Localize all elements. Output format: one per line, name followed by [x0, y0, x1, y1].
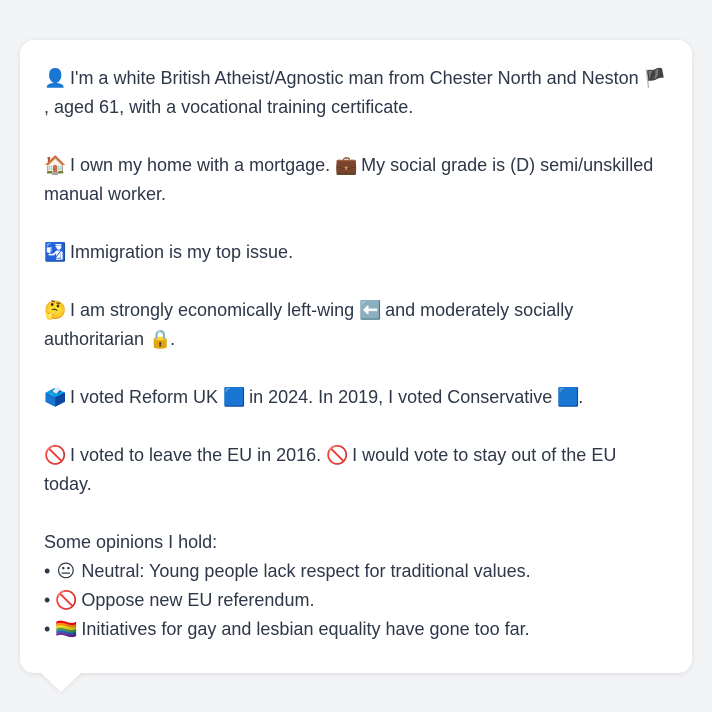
votes-text-c: .	[578, 387, 584, 407]
ideology-paragraph: 🤔 I am strongly economically left-wing ⬅…	[44, 296, 668, 354]
lock-icon: 🔒	[149, 329, 172, 350]
votes-text-a: I voted Reform UK	[65, 387, 224, 407]
prohibited-icon: 🚫	[326, 445, 349, 466]
bullet: •	[44, 561, 51, 581]
housing-paragraph: 🏠 I own my home with a mortgage. 💼 My so…	[44, 151, 668, 209]
opinion-text: Oppose new EU referendum.	[76, 590, 315, 610]
housing-text-a: I own my home with a mortgage.	[65, 155, 336, 175]
bubble-tail	[40, 672, 82, 692]
list-item: • 🏳️‍🌈 Initiatives for gay and lesbian e…	[44, 615, 668, 644]
blue-square-icon: 🟦	[223, 387, 246, 408]
ideology-text-c: .	[170, 329, 176, 349]
brexit-paragraph: 🚫 I voted to leave the EU in 2016. 🚫 I w…	[44, 441, 668, 499]
left-arrow-icon: ⬅️	[359, 300, 382, 321]
persona-message-bubble: 👤 I'm a white British Atheist/Agnostic m…	[20, 40, 692, 673]
opinions-heading: Some opinions I hold:	[44, 532, 218, 552]
person-icon: 👤	[44, 68, 67, 89]
ideology-text-a: I am strongly economically left-wing	[65, 300, 360, 320]
house-icon: 🏠	[44, 155, 67, 176]
intro-paragraph: 👤 I'm a white British Atheist/Agnostic m…	[44, 64, 668, 122]
opinions-list: • 😐 Neutral: Young people lack respect f…	[44, 557, 668, 644]
top-issue-text: Immigration is my top issue.	[65, 242, 294, 262]
briefcase-icon: 💼	[335, 155, 358, 176]
brexit-text-a: I voted to leave the EU in 2016.	[65, 445, 327, 465]
prohibited-icon: 🚫	[44, 445, 67, 466]
rainbow-flag-icon: 🏳️‍🌈	[55, 619, 78, 640]
passport-control-icon: 🛂	[44, 242, 67, 263]
thinking-face-icon: 🤔	[44, 300, 67, 321]
intro-text-a: I'm a white British Atheist/Agnostic man…	[65, 68, 644, 88]
bullet: •	[44, 590, 51, 610]
list-item: • 🚫 Oppose new EU referendum.	[44, 586, 668, 615]
ballot-box-icon: 🗳️	[44, 387, 67, 408]
england-flag-icon: 🏴	[643, 68, 667, 89]
neutral-face-icon: 😐	[56, 561, 76, 582]
votes-text-b: in 2024. In 2019, I voted Conservative	[244, 387, 558, 407]
top-issue-paragraph: 🛂 Immigration is my top issue.	[44, 238, 668, 267]
opinion-text: Neutral: Young people lack respect for t…	[76, 561, 531, 581]
bullet: •	[44, 619, 51, 639]
prohibited-icon: 🚫	[55, 590, 78, 611]
votes-paragraph: 🗳️ I voted Reform UK 🟦 in 2024. In 2019,…	[44, 383, 668, 412]
intro-text-b: , aged 61, with a vocational training ce…	[44, 97, 414, 117]
blue-square-icon: 🟦	[557, 387, 580, 408]
opinion-text: Initiatives for gay and lesbian equality…	[76, 619, 530, 639]
list-item: • 😐 Neutral: Young people lack respect f…	[44, 557, 668, 586]
